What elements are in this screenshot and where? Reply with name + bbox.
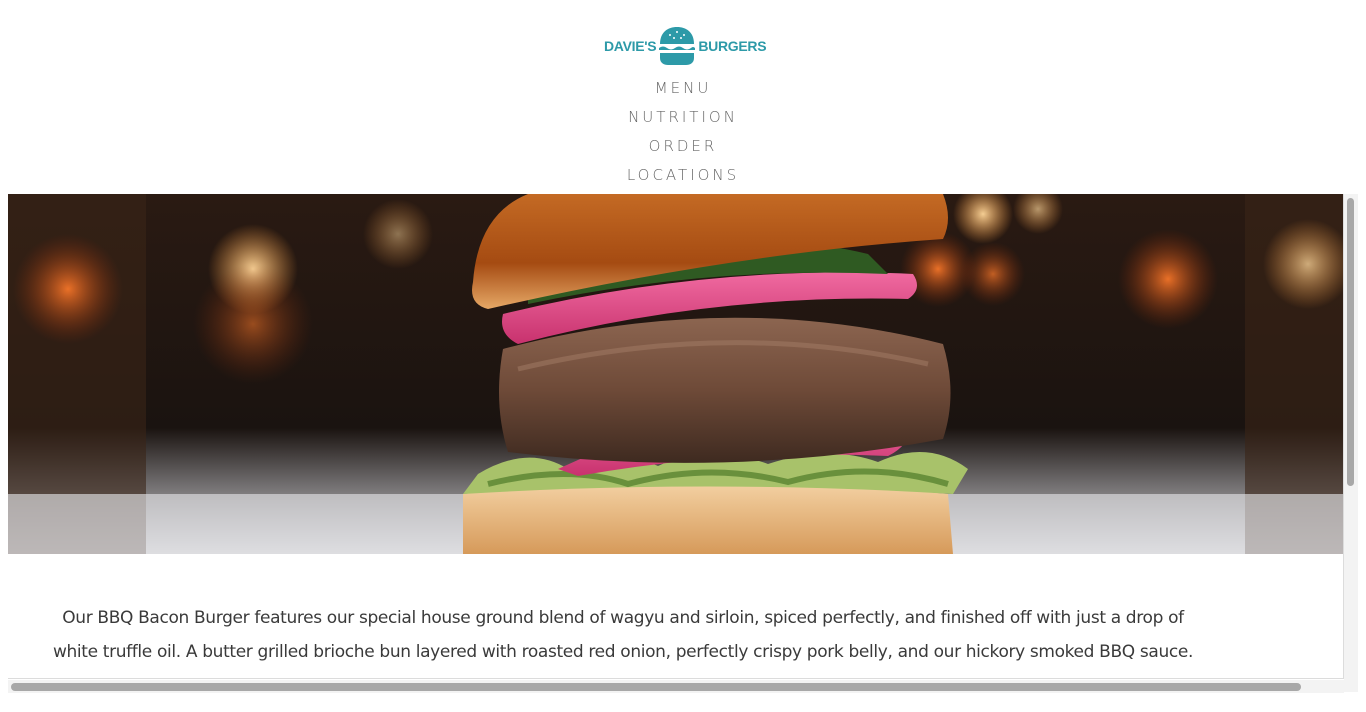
nav-item-label: ORDER (648, 137, 718, 155)
nav-item-locations[interactable]: LOCATIONS (0, 163, 1366, 192)
content-frame: Our BBQ Bacon Burger features our specia… (8, 194, 1344, 679)
nav-item-order[interactable]: ORDER (0, 134, 1366, 163)
burger-icon (658, 26, 696, 66)
page: DAVIE'S BURGERS MENU NUTRITION ORDER LOC… (0, 0, 1366, 712)
brand-name-left: DAVIE'S (604, 38, 657, 54)
nav-item-label: NUTRITION (628, 108, 738, 126)
nav-item-label: MENU (654, 79, 712, 97)
nav-item-nutrition[interactable]: NUTRITION (0, 105, 1366, 134)
hero-image (8, 194, 1343, 554)
main-nav: MENU NUTRITION ORDER LOCATIONS (0, 76, 1366, 192)
horizontal-scrollbar-thumb[interactable] (11, 683, 1301, 691)
description-line-1: Our BBQ Bacon Burger features our specia… (62, 608, 1184, 628)
vertical-scrollbar[interactable] (1344, 194, 1358, 692)
product-description: Our BBQ Bacon Burger features our specia… (8, 601, 1238, 669)
vertical-scrollbar-thumb[interactable] (1347, 198, 1354, 486)
brand-logo[interactable]: DAVIE'S BURGERS (604, 24, 767, 68)
horizontal-scrollbar[interactable] (8, 680, 1344, 693)
brand-name-right: BURGERS (698, 38, 767, 54)
nav-item-menu[interactable]: MENU (0, 76, 1366, 105)
nav-item-label: LOCATIONS (626, 166, 740, 184)
description-line-2: white truffle oil. A butter grilled brio… (52, 642, 1194, 662)
